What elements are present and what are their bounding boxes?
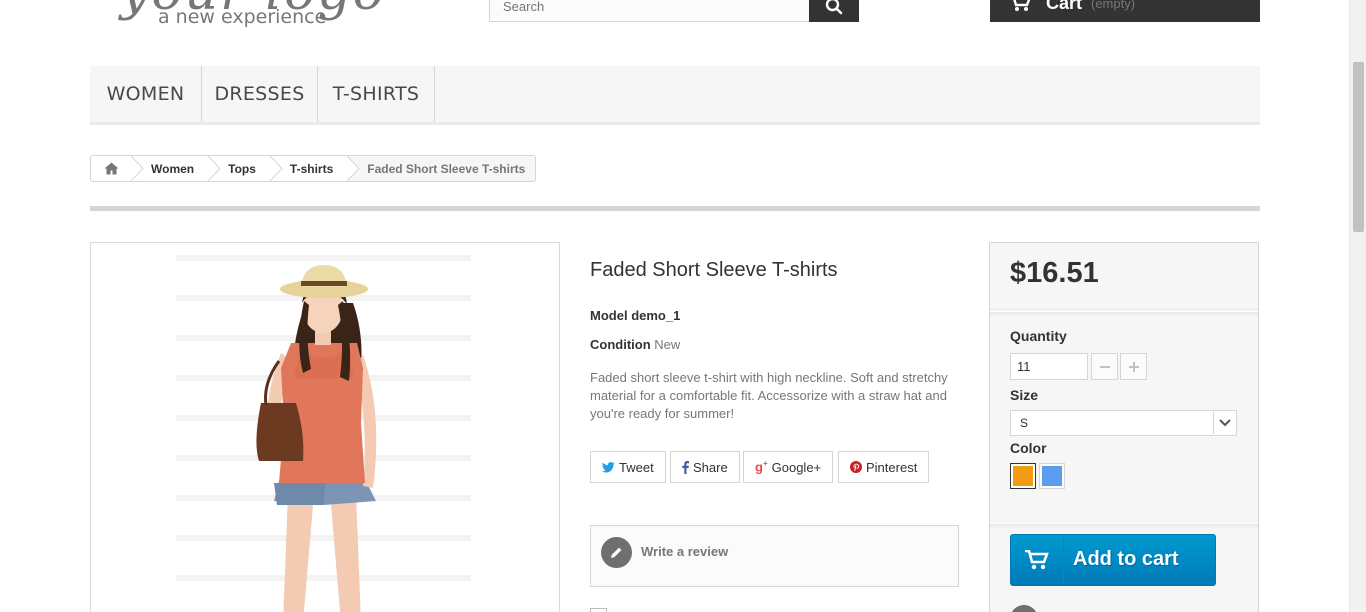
breadcrumb-item-women[interactable]: Women (131, 156, 208, 181)
site-logo[interactable]: your logo a new experience (120, 0, 400, 32)
condition-value: New (654, 337, 681, 352)
write-review-box[interactable]: Write a review (590, 525, 959, 587)
quantity-label: Quantity (1010, 328, 1067, 344)
home-icon (104, 162, 118, 175)
color-swatch-blue[interactable] (1039, 463, 1065, 489)
twitter-icon (602, 461, 615, 472)
google-plus-button[interactable]: g+ Google+ (743, 451, 834, 483)
main-menu: Women Dresses T-shirts (90, 66, 1260, 125)
price-area: $16.51 (990, 243, 1258, 310)
scrollbar-thumb[interactable] (1353, 62, 1364, 232)
breadcrumb-separator-icon (269, 156, 283, 181)
breadcrumb-current: Faded Short Sleeve T-shirts (347, 156, 536, 181)
product-price: $16.51 (1010, 257, 1099, 289)
buy-box: $16.51 Quantity Size S Color Add to cart (989, 242, 1259, 612)
product-model: Model demo_1 (590, 308, 680, 323)
chevron-down-icon (1218, 419, 1231, 427)
tweet-label: Tweet (619, 459, 654, 475)
pinterest-button[interactable]: Pinterest (838, 451, 930, 483)
write-review-label: Write a review (641, 544, 729, 559)
quantity-decrease-button[interactable] (1091, 353, 1118, 380)
quantity-input[interactable] (1010, 353, 1088, 380)
breadcrumb-label: T-shirts (289, 161, 334, 176)
size-label: Size (1010, 387, 1039, 403)
breadcrumb-label: Tops (228, 161, 256, 176)
size-select[interactable]: S (1010, 410, 1237, 436)
section-divider (90, 206, 1260, 211)
product-condition: Condition New (590, 337, 680, 352)
breadcrumb-separator-icon (131, 156, 144, 181)
breadcrumb-label: Women (151, 161, 195, 176)
breadcrumb-separator-icon (208, 156, 221, 181)
search-button[interactable] (809, 0, 859, 22)
send-to-friend-checkbox[interactable] (590, 608, 607, 612)
search-input[interactable] (490, 0, 809, 21)
size-dropdown-arrow[interactable] (1213, 412, 1235, 434)
product-description: Faded short sleeve t-shirt with high nec… (590, 370, 948, 421)
product-title: Faded Short Sleeve T-shirts (590, 259, 838, 281)
product-image[interactable] (90, 242, 560, 612)
search-box (489, 0, 810, 22)
tweet-button[interactable]: Tweet (590, 451, 666, 483)
swatch-fill (1013, 466, 1033, 486)
logo-tagline: a new experience (158, 6, 327, 28)
pencil-icon (601, 537, 632, 568)
product-photo-model (176, 255, 471, 612)
breadcrumb-separator-icon (347, 156, 360, 181)
menu-item-tshirts[interactable]: T-shirts (318, 66, 435, 122)
size-selected-value: S (1020, 416, 1029, 430)
color-label: Color (1010, 440, 1047, 456)
cart-button[interactable]: Cart (empty) (990, 0, 1260, 22)
google-plus-icon: g+ (755, 459, 768, 475)
model-label: Model (590, 308, 628, 323)
breadcrumb-item-tshirts[interactable]: T-shirts (269, 156, 347, 181)
quantity-increase-button[interactable] (1120, 353, 1147, 380)
cart-status: (empty) (1091, 0, 1136, 11)
facebook-icon (682, 460, 689, 474)
model-value: demo_1 (631, 308, 681, 323)
add-to-cart-button[interactable]: Add to cart (1010, 534, 1216, 586)
cart-icon (1013, 0, 1031, 11)
facebook-share-button[interactable]: Share (670, 451, 740, 483)
breadcrumb-home[interactable] (91, 156, 131, 181)
google-plus-label: Google+ (771, 459, 822, 475)
menu-item-women[interactable]: Women (90, 66, 202, 122)
cart-label: Cart (1046, 0, 1083, 13)
breadcrumb: Women Tops T-shirts Faded Short Sleeve T… (90, 155, 537, 182)
share-label: Share (693, 459, 728, 475)
search-icon (825, 0, 843, 15)
swatch-fill (1042, 466, 1062, 486)
menu-item-dresses[interactable]: Dresses (202, 66, 318, 122)
cart-icon (1011, 535, 1064, 585)
breadcrumb-current-label: Faded Short Sleeve T-shirts (367, 161, 526, 176)
plus-icon (1128, 361, 1139, 372)
minus-icon (1099, 365, 1110, 368)
color-swatch-orange[interactable] (1010, 463, 1036, 489)
breadcrumb-item-tops[interactable]: Tops (208, 156, 270, 181)
add-to-cart-label: Add to cart (1073, 548, 1179, 570)
page-scrollbar[interactable] (1349, 0, 1366, 612)
pinterest-icon (850, 461, 862, 473)
condition-label: Condition (590, 337, 651, 352)
chevron-down-icon (1242, 0, 1244, 1)
pinterest-label: Pinterest (866, 459, 918, 475)
